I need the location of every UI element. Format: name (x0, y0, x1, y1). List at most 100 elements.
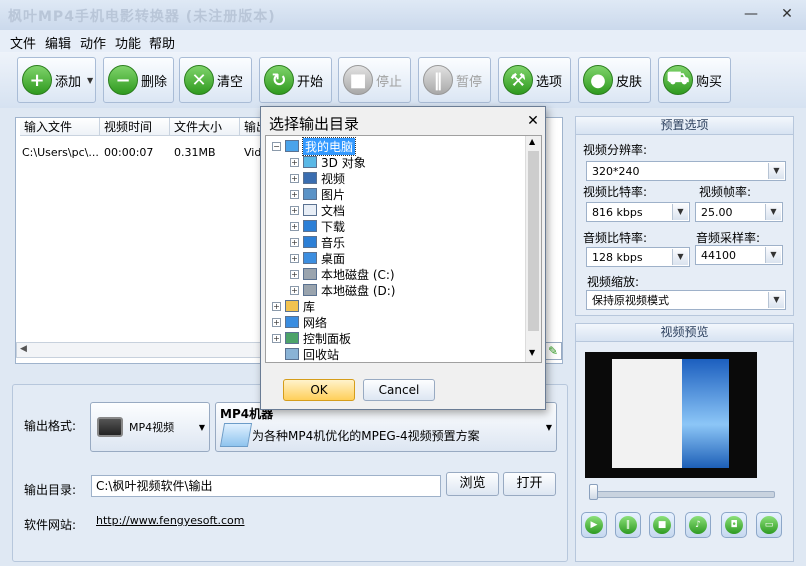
menu-file[interactable]: 文件 (10, 33, 36, 52)
tree-item[interactable]: + 库 (272, 298, 315, 314)
browse-button[interactable]: 浏览 (446, 472, 499, 496)
expand-icon[interactable]: + (272, 317, 281, 327)
seek-slider-handle[interactable] (589, 484, 598, 500)
scroll-left-icon[interactable]: ◀ (20, 344, 27, 354)
scroll-down-icon[interactable]: ▼ (529, 348, 535, 357)
stop-preview-button[interactable]: ■ (649, 512, 675, 538)
buy-button[interactable]: ⛟ 购买 (658, 57, 731, 103)
tree-item-label: 下载 (321, 219, 346, 234)
expand-icon[interactable]: + (290, 285, 299, 295)
tree-item-label: 音乐 (321, 235, 346, 250)
expand-icon[interactable]: + (290, 237, 299, 247)
chevron-down-icon: ▼ (765, 247, 781, 263)
expand-icon[interactable]: + (290, 189, 299, 199)
folder-tree[interactable]: − 我的电脑 +3D 对象 + 视频 + 图片 + 文档 + 下载 + 音乐 + 桌面 + 本地磁盘 (C:) +… (265, 135, 542, 363)
minimize-button[interactable]: — (740, 4, 762, 24)
vertical-scrollbar[interactable]: ▲ ▼ (525, 136, 541, 362)
menu-help[interactable]: 帮助 (149, 33, 175, 52)
pause-icon: ‖ (619, 516, 637, 534)
buy-label: 购买 (696, 74, 723, 90)
tree-item[interactable]: + 图片 (290, 186, 345, 202)
pictures-icon (303, 188, 317, 200)
sample-rate-select[interactable]: 44100 ▼ (695, 245, 783, 265)
tree-item[interactable]: − 我的电脑 (272, 136, 357, 156)
column-header-duration[interactable]: 视频时间 (100, 118, 170, 136)
video-bitrate-select[interactable]: 816 kbps ▼ (586, 202, 690, 222)
resolution-select[interactable]: 320*240 ▼ (586, 161, 786, 181)
output-dir-label: 输出目录: (24, 483, 77, 497)
close-button[interactable]: ✕ (776, 4, 798, 24)
expand-icon[interactable]: + (290, 157, 299, 167)
ok-button[interactable]: OK (283, 379, 355, 401)
scaling-select[interactable]: 保持原视频模式 ▼ (586, 290, 786, 310)
preset-options-header: 预置选项 (576, 117, 793, 135)
dialog-close-button[interactable]: ✕ (525, 113, 541, 129)
expand-icon[interactable]: + (290, 221, 299, 231)
expand-icon[interactable]: + (290, 205, 299, 215)
refresh-icon: ↻ (264, 65, 294, 95)
tree-item[interactable]: +3D 对象 (290, 154, 366, 170)
scroll-thumb[interactable] (528, 151, 539, 331)
pause-button[interactable]: ‖ 暂停 (418, 57, 491, 103)
scroll-up-icon[interactable]: ▲ (529, 137, 535, 146)
seek-slider[interactable] (590, 491, 775, 498)
expand-icon[interactable]: + (290, 269, 299, 279)
tree-item[interactable]: + 文档 (290, 202, 345, 218)
tree-item[interactable]: + 本地磁盘 (C:) (290, 266, 395, 282)
expand-icon[interactable]: + (290, 253, 299, 263)
add-button[interactable]: + 添加 ▼ (17, 57, 96, 103)
collapse-icon[interactable]: − (272, 141, 281, 151)
delete-button[interactable]: − 删除 (103, 57, 174, 103)
skin-button[interactable]: ● 皮肤 (578, 57, 651, 103)
frame-rate-select[interactable]: 25.00 ▼ (695, 202, 783, 222)
menu-function[interactable]: 功能 (115, 33, 141, 52)
tree-item[interactable]: + 控制面板 (272, 330, 351, 346)
pause-icon: ‖ (423, 65, 453, 95)
video-bitrate-value: 816 kbps (592, 206, 643, 219)
video-preview-header: 视频预览 (576, 324, 793, 342)
stop-icon: ■ (343, 65, 373, 95)
preview-frame (612, 359, 729, 468)
start-button[interactable]: ↻ 开始 (259, 57, 332, 103)
cancel-button[interactable]: Cancel (363, 379, 435, 401)
column-header-size[interactable]: 文件大小 (170, 118, 240, 136)
output-format-value: MP4视频 (129, 421, 175, 434)
tree-item[interactable]: + 下载 (290, 218, 345, 234)
stop-button[interactable]: ■ 停止 (338, 57, 411, 103)
audio-bitrate-select[interactable]: 128 kbps ▼ (586, 247, 690, 267)
table-row[interactable]: C:\Users\pc\... 00:00:07 0.31MB Vid (20, 146, 280, 160)
tree-item[interactable]: + 音乐 (290, 234, 345, 250)
expand-icon[interactable]: + (290, 173, 299, 183)
menu-action[interactable]: 动作 (80, 33, 106, 52)
tree-item[interactable]: + 网络 (272, 314, 327, 330)
play-button[interactable]: ▶ (581, 512, 607, 538)
expand-icon[interactable]: + (272, 333, 281, 343)
cell-size: 0.31MB (174, 146, 216, 159)
resolution-value: 320*240 (592, 165, 640, 178)
edit-item-icon[interactable]: ✎ (544, 342, 562, 360)
start-label: 开始 (297, 74, 324, 90)
website-link[interactable]: http://www.fengyesoft.com (96, 514, 245, 527)
output-dir-field[interactable]: C:\枫叶视频软件\输出 (91, 475, 441, 497)
clear-button[interactable]: ✕ 清空 (179, 57, 252, 103)
expand-icon[interactable]: + (272, 301, 281, 311)
options-button[interactable]: ⚒ 选项 (498, 57, 571, 103)
menu-edit[interactable]: 编辑 (45, 33, 71, 52)
sample-rate-value: 44100 (701, 249, 736, 262)
output-format-selector[interactable]: MP4视频 ▼ (90, 402, 210, 452)
snapshot-button[interactable]: ◘ (721, 512, 747, 538)
preview-desktop-image (682, 359, 729, 468)
mute-button[interactable]: ♪ (685, 512, 711, 538)
apple-icon: ● (583, 65, 613, 95)
cell-output: Vid (244, 146, 262, 159)
open-button[interactable]: 打开 (503, 472, 556, 496)
audio-bitrate-value: 128 kbps (592, 251, 643, 264)
tree-item[interactable]: + 桌面 (290, 250, 345, 266)
open-folder-button[interactable]: ▭ (756, 512, 782, 538)
options-label: 选项 (536, 74, 563, 90)
pause-preview-button[interactable]: ‖ (615, 512, 641, 538)
tree-item[interactable]: + 本地磁盘 (D:) (290, 282, 395, 298)
column-header-input-file[interactable]: 输入文件 (20, 118, 100, 136)
tree-item[interactable]: 回收站 (272, 346, 339, 362)
tree-item[interactable]: + 视频 (290, 170, 345, 186)
